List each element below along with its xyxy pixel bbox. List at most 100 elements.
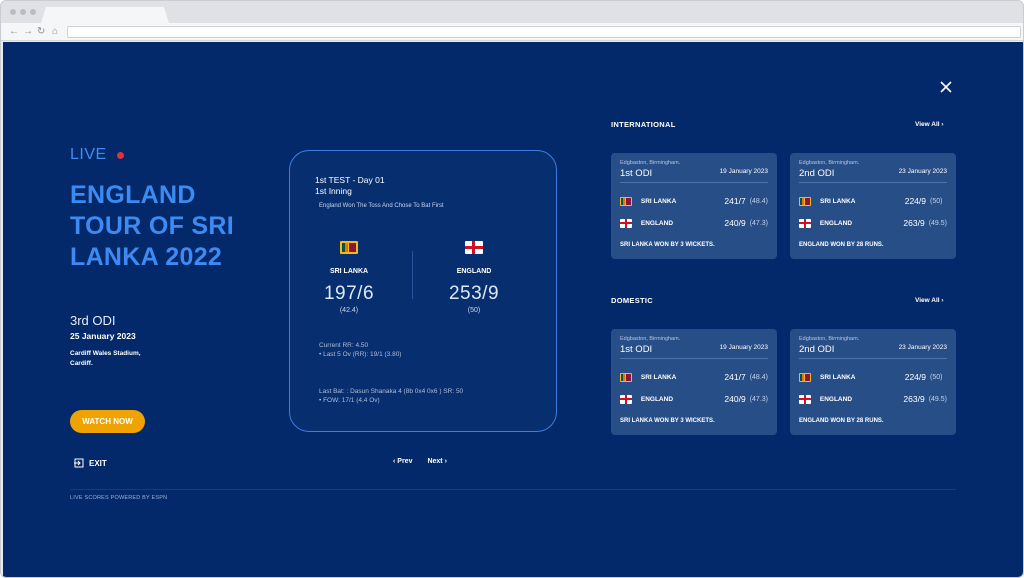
card-row-sri-lanka: SRI LANKA 241/7 (48.4) (620, 371, 768, 383)
row-overs: (49.5) (928, 219, 947, 227)
row-overs: (48.4) (749, 197, 768, 205)
score-card-title: 1st TEST - Day 01 1st Inning (315, 175, 385, 197)
card-result: SRI LANKA WON BY 3 WICKETS. (620, 242, 715, 248)
row-score: 263/9 (903, 394, 925, 404)
exit-icon (74, 458, 84, 468)
team-overs: (50) (467, 307, 481, 314)
prev-button[interactable]: ‹ Prev (393, 458, 412, 465)
last-batter: Last Bat: : Dasun Shanaka 4 (8b 0x4 0x6 … (319, 388, 464, 395)
teams-divider (412, 251, 413, 299)
row-score: 224/9 (904, 196, 926, 206)
england-flag-icon (620, 218, 632, 228)
card-row-england: ENGLAND 240/9 (47.3) (620, 393, 768, 405)
window-minimize-dot[interactable] (20, 9, 26, 15)
live-label: LIVE (70, 146, 107, 163)
team-england: ENGLAND 253/9 (50) (429, 241, 519, 314)
next-label: Next (427, 458, 443, 465)
browser-titlebar (1, 1, 1023, 23)
view-all-label: View All (915, 121, 940, 128)
back-arrow-icon[interactable]: ← (9, 26, 19, 38)
card-venue: Edgbaston, Birmingham. (620, 336, 681, 342)
reload-icon[interactable]: ↻ (37, 26, 45, 38)
row-score: 241/7 (724, 196, 746, 206)
home-icon[interactable]: ⌂ (52, 26, 58, 38)
sri-lanka-flag-icon (799, 196, 811, 206)
powered-by-text: LIVE SCORES POWERED BY ESPN (70, 495, 168, 501)
footer-divider (70, 489, 956, 490)
row-score: 241/7 (724, 372, 746, 382)
live-indicator: LIVE (70, 146, 124, 164)
row-team: ENGLAND (640, 219, 674, 227)
match-card-domestic-2[interactable]: Edgbaston, Birmingham. 2nd ODI 23 Januar… (790, 329, 956, 435)
domestic-heading: DOMESTIC (611, 296, 653, 305)
card-pager: ‹ Prev Next › (393, 458, 447, 465)
view-all-label: View All (915, 297, 940, 304)
international-view-all-link[interactable]: View All › (915, 121, 944, 128)
match-date: 25 January 2023 (70, 331, 136, 341)
match-day: 1st TEST - Day 01 (315, 175, 385, 185)
last-five-overs: • Last 5 Ov (RR): 19/1 (3.80) (319, 351, 402, 358)
current-run-rate: Current RR: 4.50 (319, 342, 369, 349)
card-venue: Edgbaston, Birmingham. (799, 336, 860, 342)
team-name: ENGLAND (456, 268, 492, 275)
forward-arrow-icon[interactable]: → (23, 26, 33, 38)
row-overs: (47.3) (749, 219, 768, 227)
card-venue: Edgbaston, Birmingham. (620, 160, 681, 166)
card-match: 1st ODI (620, 344, 653, 355)
tour-title: ENGLAND TOUR OF SRI LANKA 2022 (70, 181, 234, 271)
exit-button[interactable]: EXIT (74, 458, 107, 468)
live-score-overlay: LIVE ENGLAND TOUR OF SRI LANKA 2022 3rd … (3, 42, 1023, 577)
card-result: ENGLAND WON BY 28 RUNS. (799, 242, 884, 248)
row-team: SRI LANKA (820, 373, 856, 381)
fall-of-wicket: • FOW: 17/1 (4.4 Ov) (319, 397, 380, 404)
toss-result: England Won The Toss And Chose To Bat Fi… (319, 203, 444, 209)
card-venue: Edgbaston, Birmingham. (799, 160, 860, 166)
card-row-england: ENGLAND 263/9 (49.5) (799, 393, 947, 405)
batting-stats: Last Bat: : Dasun Shanaka 4 (8b 0x4 0x6 … (319, 387, 463, 405)
england-flag-icon (799, 394, 811, 404)
team-name: SRI LANKA (329, 268, 369, 275)
window-zoom-dot[interactable] (30, 9, 36, 15)
card-result: ENGLAND WON BY 28 RUNS. (799, 418, 884, 424)
domestic-view-all-link[interactable]: View All › (915, 297, 944, 304)
card-date: 23 January 2023 (898, 168, 947, 175)
team-sri-lanka: SRI LANKA 197/6 (42.4) (304, 241, 394, 314)
row-team: ENGLAND (640, 395, 674, 403)
match-card-international-2[interactable]: Edgbaston, Birmingham. 2nd ODI 23 Januar… (790, 153, 956, 259)
card-divider (799, 182, 947, 183)
sri-lanka-flag-icon (620, 196, 632, 206)
card-result: SRI LANKA WON BY 3 WICKETS. (620, 418, 715, 424)
card-row-sri-lanka: SRI LANKA 241/7 (48.4) (620, 195, 768, 207)
row-overs: (48.4) (749, 373, 768, 381)
england-flag-icon (620, 394, 632, 404)
row-score: 240/9 (724, 394, 746, 404)
address-bar[interactable] (67, 26, 1021, 38)
live-score-card: 1st TEST - Day 01 1st Inning England Won… (289, 150, 557, 432)
card-divider (799, 358, 947, 359)
row-team: ENGLAND (819, 395, 853, 403)
next-button[interactable]: Next › (427, 458, 446, 465)
match-number: 3rd ODI (70, 313, 116, 328)
team-score: 253/9 (448, 283, 500, 304)
browser-tab[interactable] (41, 7, 169, 23)
close-icon[interactable] (939, 80, 953, 94)
window-close-dot[interactable] (10, 9, 16, 15)
row-team: ENGLAND (819, 219, 853, 227)
card-match: 1st ODI (620, 168, 653, 179)
row-overs: (50) (930, 197, 943, 205)
match-card-domestic-1[interactable]: Edgbaston, Birmingham. 1st ODI 19 Januar… (611, 329, 777, 435)
sri-lanka-flag-icon (620, 372, 632, 382)
england-flag-icon (465, 241, 483, 254)
match-card-international-1[interactable]: Edgbaston, Birmingham. 1st ODI 19 Januar… (611, 153, 777, 259)
card-date: 23 January 2023 (898, 344, 947, 351)
card-row-england: ENGLAND 240/9 (47.3) (620, 217, 768, 229)
card-divider (620, 358, 768, 359)
team-overs: (42.4) (339, 307, 359, 314)
browser-toolbar: ← → ↻ ⌂ (1, 23, 1023, 41)
england-flag-icon (799, 218, 811, 228)
browser-window: ← → ↻ ⌂ LIVE ENGLAND TOUR OF SRI LANKA 2… (0, 0, 1024, 578)
watch-now-button[interactable]: WATCH NOW (70, 410, 145, 433)
row-team: SRI LANKA (820, 197, 856, 205)
international-heading: INTERNATIONAL (611, 120, 676, 129)
team-score: 197/6 (323, 283, 375, 304)
